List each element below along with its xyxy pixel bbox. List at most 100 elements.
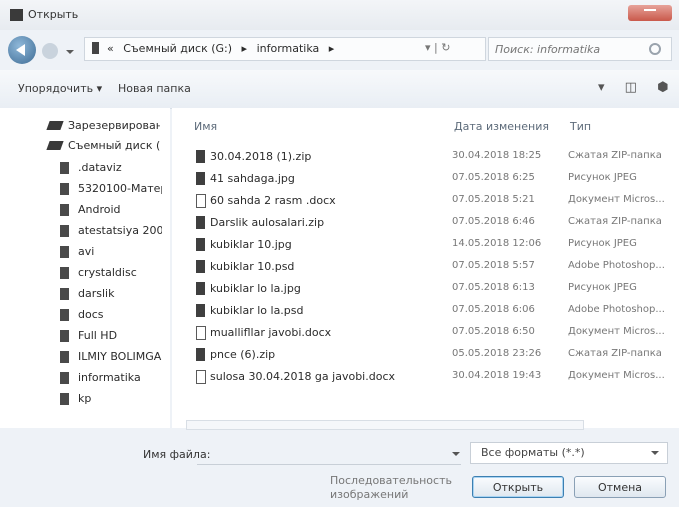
file-type: Сжатая ZIP-папка <box>568 216 662 227</box>
sidebar-item-android[interactable]: Android <box>0 200 170 220</box>
file-row[interactable]: muallifllar javobi.docx 07.05.2018 6:50 … <box>172 322 679 344</box>
new-folder-button[interactable]: Новая папка <box>118 82 191 95</box>
title-bar: Открыть <box>0 0 679 30</box>
breadcrumb-separator-icon[interactable]: ▸ <box>329 42 335 55</box>
help-icon[interactable]: ⬢ <box>657 80 668 95</box>
navigation-pane: Зарезервирован Съемный диск ( .dataviz 5… <box>0 108 170 428</box>
sidebar-item-removable-disk[interactable]: Съемный диск ( <box>0 136 170 156</box>
folder-icon <box>60 393 69 405</box>
folder-icon <box>60 162 69 174</box>
preview-pane-icon[interactable]: ◫ <box>625 80 637 95</box>
file-type-select[interactable]: Все форматы (*.*) <box>470 442 668 464</box>
file-date: 07.05.2018 6:50 <box>452 326 535 337</box>
back-button[interactable] <box>8 36 36 64</box>
file-row[interactable]: Darslik aulosalari.zip 07.05.2018 6:46 С… <box>172 212 679 234</box>
address-bar[interactable]: « Съемный диск (G:) ▸ informatika ▸ ▾ | … <box>84 37 486 61</box>
sidebar-item-darslik[interactable]: darslik <box>0 284 170 304</box>
folder-icon <box>60 183 69 195</box>
forward-button[interactable] <box>42 43 58 59</box>
file-row[interactable]: pnce (6).zip 05.05.2018 23:26 Сжатая ZIP… <box>172 344 679 366</box>
window-title: Открыть <box>28 8 79 21</box>
filename-dropdown-icon[interactable] <box>452 452 460 456</box>
chevron-down-icon <box>651 451 659 455</box>
open-file-dialog: Открыть « Съемный диск (G:) ▸ informatik… <box>0 0 679 507</box>
filename-input[interactable] <box>197 444 461 465</box>
column-header-name[interactable]: Имя <box>194 120 217 133</box>
open-button[interactable]: Открыть <box>472 476 564 498</box>
file-row[interactable]: 41 sahdaga.jpg 07.05.2018 6:25 Рисунок J… <box>172 168 679 190</box>
sidebar-item-atestatsiya[interactable]: atestatsiya 200 <box>0 221 170 241</box>
file-name: kubiklar 10.psd <box>210 260 295 273</box>
file-type: Сжатая ZIP-папка <box>568 348 662 359</box>
file-row[interactable]: kubiklar 10.jpg 14.05.2018 12:06 Рисунок… <box>172 234 679 256</box>
sidebar-item-docs[interactable]: docs <box>0 305 170 325</box>
file-row[interactable]: sulosa 30.04.2018 ga javobi.docx 30.04.2… <box>172 366 679 388</box>
folder-icon <box>60 267 69 279</box>
file-row[interactable]: 60 sahda 2 rasm .docx 07.05.2018 5:21 До… <box>172 190 679 212</box>
image-sequence-label: Последовательность изображений <box>330 474 452 501</box>
sidebar-item-kp[interactable]: kp <box>0 389 170 409</box>
folder-icon <box>60 309 69 321</box>
breadcrumb-overflow[interactable]: « <box>107 42 114 55</box>
file-type: Рисунок JPEG <box>568 282 637 293</box>
address-bar-row: « Съемный диск (G:) ▸ informatika ▸ ▾ | … <box>0 30 679 70</box>
file-name: 60 sahda 2 rasm .docx <box>210 194 336 207</box>
sidebar-item-5320100[interactable]: 5320100-Матер <box>0 179 170 199</box>
breadcrumb-separator-icon[interactable]: ▸ <box>242 42 248 55</box>
file-date: 14.05.2018 12:06 <box>452 238 542 249</box>
cancel-button[interactable]: Отмена <box>574 476 666 498</box>
command-toolbar: Упорядочить ▾ Новая папка ▾ ◫ ⬢ <box>0 70 679 109</box>
photoshop-file-icon <box>196 260 205 273</box>
sidebar-item-avi[interactable]: avi <box>0 242 170 262</box>
sidebar-item-dataviz[interactable]: .dataviz <box>0 158 170 178</box>
sidebar-item-informatika[interactable]: informatika <box>0 368 170 388</box>
file-row[interactable]: kubiklar lo la.psd 07.05.2018 6:06 Adobe… <box>172 300 679 322</box>
folder-icon <box>60 288 69 300</box>
sidebar-item-ilmiy-bolimga[interactable]: ILMIY BOLIMGA <box>0 347 170 367</box>
image-file-icon <box>196 172 205 185</box>
file-row[interactable]: 30.04.2018 (1).zip 30.04.2018 18:25 Сжат… <box>172 146 679 168</box>
file-date: 07.05.2018 6:06 <box>452 304 535 315</box>
search-icon[interactable] <box>649 43 661 55</box>
file-name: kubiklar 10.jpg <box>210 238 292 251</box>
file-name: 41 sahdaga.jpg <box>210 172 295 185</box>
zip-file-icon <box>196 150 205 163</box>
file-row[interactable]: kubiklar lo la.jpg 07.05.2018 6:13 Рисун… <box>172 278 679 300</box>
sidebar-item-reserved[interactable]: Зарезервирован <box>0 116 170 136</box>
file-row[interactable]: kubiklar 10.psd 07.05.2018 5:57 Adobe Ph… <box>172 256 679 278</box>
word-document-icon <box>196 194 206 208</box>
folder-icon <box>60 330 69 342</box>
file-date: 05.05.2018 23:26 <box>452 348 542 359</box>
drive-icon <box>46 121 64 130</box>
file-name: sulosa 30.04.2018 ga javobi.docx <box>210 370 395 383</box>
word-document-icon <box>196 370 206 384</box>
horizontal-scrollbar[interactable] <box>186 420 584 430</box>
dialog-footer: Имя файла: Все форматы (*.*) Последовате… <box>0 430 679 507</box>
file-date: 30.04.2018 18:25 <box>452 150 542 161</box>
file-date: 07.05.2018 6:46 <box>452 216 535 227</box>
breadcrumb[interactable]: « Съемный диск (G:) ▸ informatika ▸ <box>107 42 340 55</box>
drive-icon <box>46 141 64 150</box>
view-options-icon[interactable]: ▾ <box>598 80 605 95</box>
file-type: Сжатая ZIP-папка <box>568 150 662 161</box>
file-type: Рисунок JPEG <box>568 172 637 183</box>
file-type: Adobe Photoshop... <box>568 304 665 315</box>
column-header-type[interactable]: Тип <box>570 120 591 133</box>
address-refresh-icon[interactable]: ▾ | ↻ <box>425 41 450 54</box>
breadcrumb-folder[interactable]: informatika <box>257 42 320 55</box>
file-date: 30.04.2018 19:43 <box>452 370 542 381</box>
app-icon <box>10 9 23 21</box>
sidebar-item-crystaldisc[interactable]: crystaldisc <box>0 263 170 283</box>
column-header-date[interactable]: Дата изменения <box>454 120 549 133</box>
sidebar-item-full-hd[interactable]: Full HD <box>0 326 170 346</box>
organize-button[interactable]: Упорядочить ▾ <box>18 82 102 95</box>
file-date: 07.05.2018 6:13 <box>452 282 535 293</box>
zip-file-icon <box>196 216 205 229</box>
file-date: 07.05.2018 6:25 <box>452 172 535 183</box>
recent-pages-dropdown-icon[interactable] <box>66 50 74 54</box>
drive-icon <box>92 42 99 54</box>
breadcrumb-drive[interactable]: Съемный диск (G:) <box>123 42 232 55</box>
search-box[interactable] <box>488 37 672 61</box>
search-input[interactable] <box>493 40 647 58</box>
close-button[interactable] <box>628 5 672 21</box>
